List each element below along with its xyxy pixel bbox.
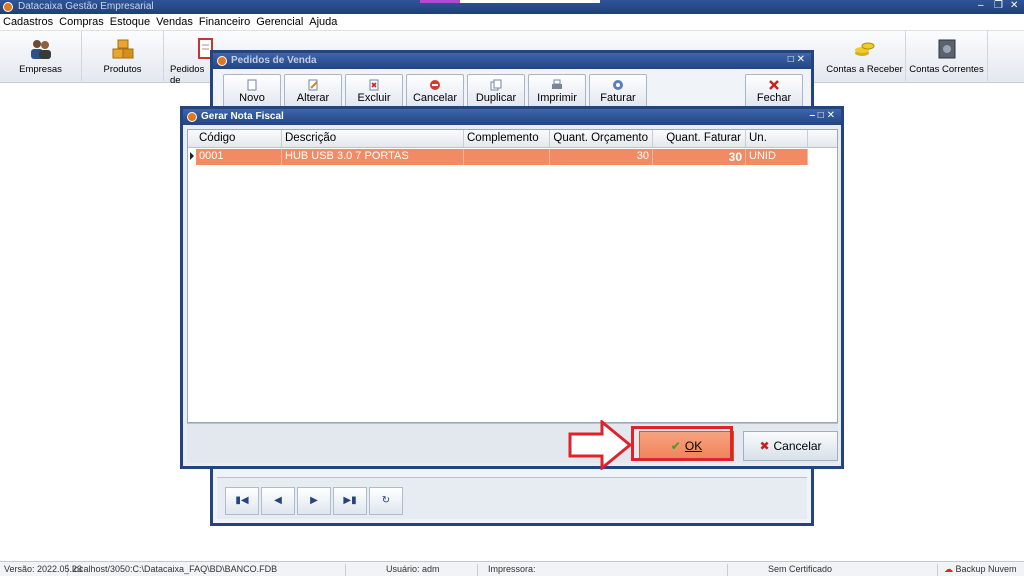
x-icon: ✖	[759, 439, 770, 453]
menu-cadastros[interactable]: Cadastros	[3, 16, 53, 28]
cell-descricao[interactable]: HUB USB 3.0 7 PORTAS	[282, 149, 464, 165]
new-doc-icon	[247, 79, 257, 91]
pedidos-window-controls[interactable]: □ ✕	[788, 54, 805, 65]
status-certificado: Sem Certificado	[728, 564, 938, 576]
refresh-button[interactable]: ↻	[369, 487, 403, 515]
col-quant-faturar[interactable]: Quant. Faturar	[653, 130, 746, 148]
menu-financeiro[interactable]: Financeiro	[199, 16, 250, 28]
col-un[interactable]: Un.	[746, 130, 808, 148]
status-usuario: Usuário: adm	[346, 564, 478, 576]
status-versao: Versão: 2022.05.23	[0, 564, 82, 576]
delete-icon	[369, 79, 379, 91]
toolbar-produtos-button[interactable]: Produtos	[82, 31, 164, 81]
last-record-button[interactable]: ▶▮	[333, 487, 367, 515]
app-logo-icon	[3, 2, 13, 12]
status-backup[interactable]: ☁ Backup Nuvem	[938, 564, 1024, 576]
ok-highlight-annotation	[631, 426, 733, 461]
coins-icon	[854, 42, 874, 56]
gerar-nota-fiscal-dialog: Gerar Nota Fiscal – □ ✕ Código Descrição…	[180, 106, 844, 469]
edit-icon	[308, 79, 318, 91]
next-record-button[interactable]: ▶	[297, 487, 331, 515]
menu-gerencial[interactable]: Gerencial	[256, 16, 303, 28]
nf-window-controls[interactable]: – □ ✕	[809, 110, 835, 121]
cancel-button[interactable]: ✖ Cancelar	[743, 431, 838, 461]
printer-icon	[552, 79, 562, 89]
nf-window-title: Gerar Nota Fiscal	[201, 111, 284, 122]
col-quant-orcamento[interactable]: Quant. Orçamento	[550, 130, 653, 148]
prev-record-button[interactable]: ◀	[261, 487, 295, 515]
first-record-button[interactable]: ▮◀	[225, 487, 259, 515]
toolbar-contas-receber-button[interactable]: Contas a Receber	[824, 31, 906, 81]
toolbar-contas-correntes-button[interactable]: Contas Correntes	[906, 31, 988, 81]
cell-quant-orcamento[interactable]: 30	[550, 149, 653, 165]
table-row[interactable]: 0001 HUB USB 3.0 7 PORTAS 30 30 UNID	[188, 149, 808, 165]
titlebar-accent	[420, 0, 600, 3]
toolbar-pedidos-button[interactable]: Pedidos de	[164, 31, 213, 86]
pedidos-window-title: Pedidos de Venda	[231, 55, 317, 66]
dialog-footer: ✔ OK ✖ Cancelar	[187, 423, 838, 463]
window-logo-icon	[217, 56, 227, 66]
close-red-icon	[769, 80, 779, 90]
window-logo-icon	[187, 112, 197, 122]
red-arrow-annotation	[568, 420, 632, 470]
cloud-icon: ☁	[944, 564, 953, 574]
menu-compras[interactable]: Compras	[59, 16, 104, 28]
menu-bar: Cadastros Compras Estoque Vendas Finance…	[0, 14, 1024, 31]
nf-titlebar: Gerar Nota Fiscal – □ ✕	[183, 109, 841, 125]
menu-estoque[interactable]: Estoque	[110, 16, 150, 28]
app-titlebar: Datacaixa Gestão Empresarial – ❐ ✕	[0, 0, 1024, 14]
app-title: Datacaixa Gestão Empresarial	[18, 1, 154, 12]
safe-icon	[938, 39, 955, 59]
status-banco: localhost/3050:C:\Datacaixa_FAQ\BD\BANCO…	[68, 564, 346, 576]
col-complemento[interactable]: Complemento	[464, 130, 550, 148]
cell-un[interactable]: UNID	[746, 149, 808, 165]
status-impressora: Impressora:	[478, 564, 728, 576]
col-descricao[interactable]: Descrição	[282, 130, 464, 148]
users-icon	[30, 40, 51, 59]
menu-vendas[interactable]: Vendas	[156, 16, 193, 28]
duplicate-icon	[490, 79, 502, 91]
cell-complemento[interactable]	[464, 149, 550, 165]
restore-icon[interactable]: ❐	[994, 0, 1003, 11]
grid-header: Código Descrição Complemento Quant. Orça…	[188, 130, 837, 148]
cell-quant-faturar[interactable]: 30	[653, 149, 746, 165]
cancel-icon	[430, 80, 440, 90]
cell-codigo[interactable]: 0001	[196, 149, 282, 165]
minimize-icon[interactable]: –	[978, 0, 984, 11]
boxes-icon	[112, 39, 133, 59]
record-navigator: ▮◀ ◀ ▶ ▶▮ ↻	[217, 477, 807, 519]
invoice-icon	[613, 80, 623, 90]
status-bar: Versão: 2022.05.23 localhost/3050:C:\Dat…	[0, 561, 1024, 576]
menu-ajuda[interactable]: Ajuda	[309, 16, 337, 28]
pedidos-titlebar: Pedidos de Venda □ ✕	[213, 53, 811, 69]
items-grid: Código Descrição Complemento Quant. Orça…	[187, 129, 838, 423]
toolbar-empresas-button[interactable]: Empresas	[0, 31, 82, 81]
col-codigo[interactable]: Código	[196, 130, 282, 148]
close-icon[interactable]: ✕	[1010, 0, 1018, 11]
